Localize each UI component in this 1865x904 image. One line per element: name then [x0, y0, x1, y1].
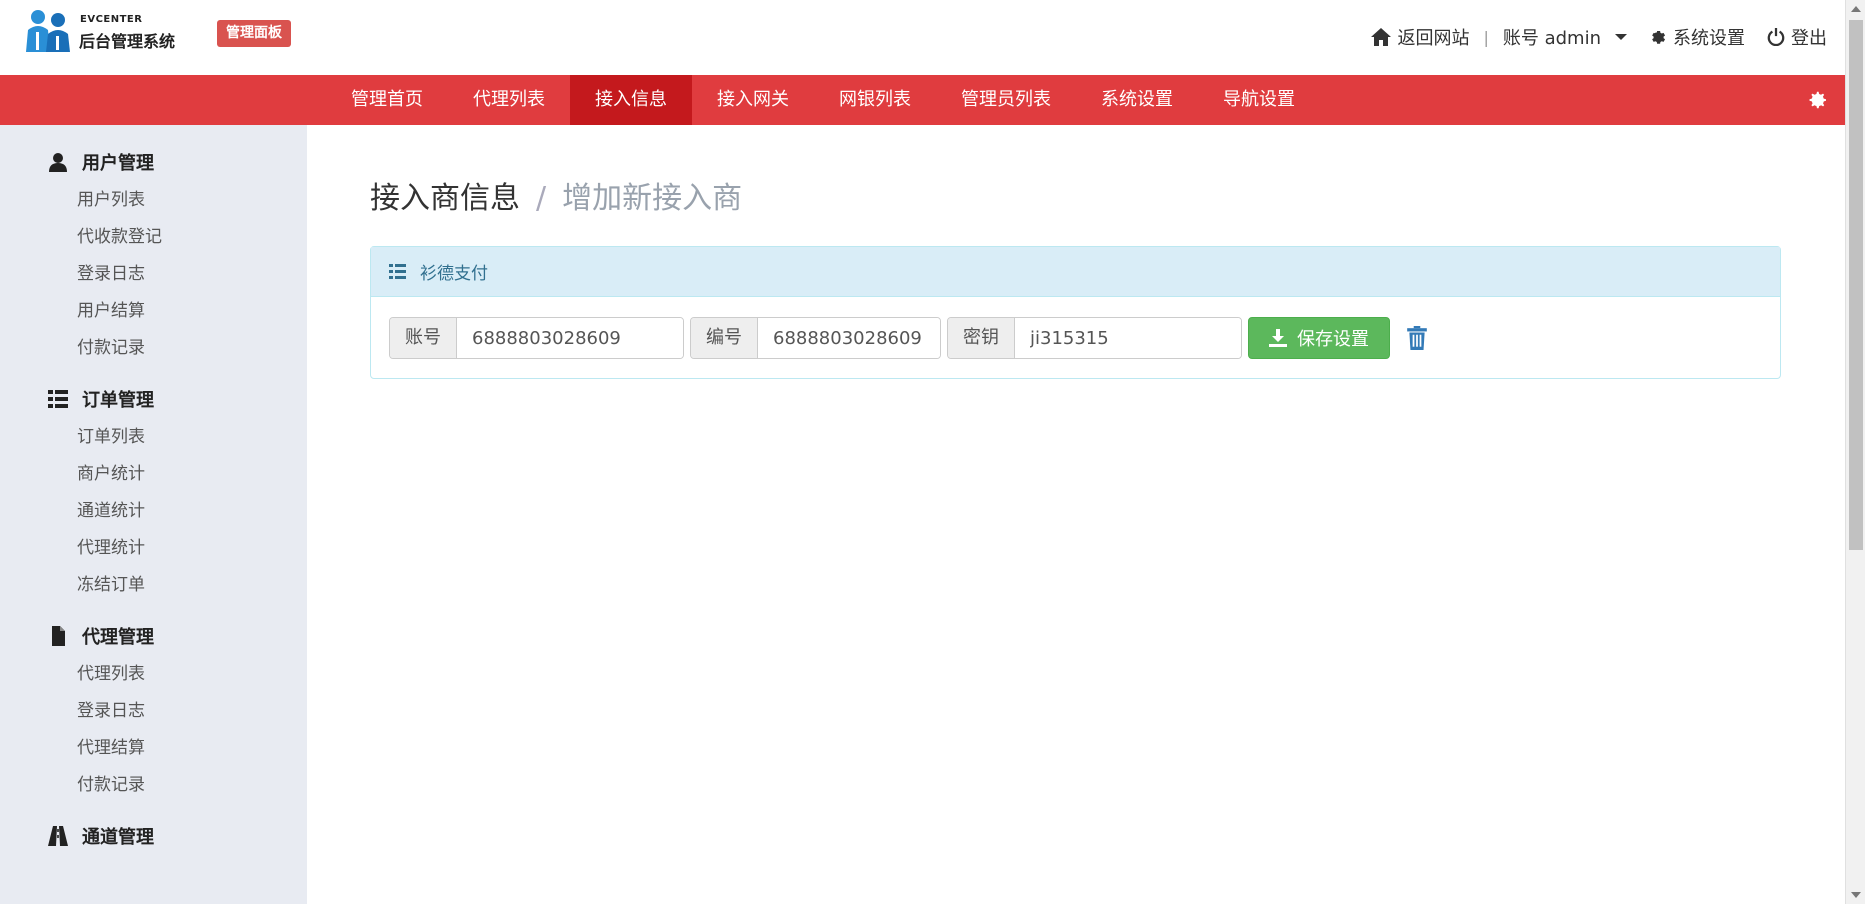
sidebar-item[interactable]: 登录日志 — [77, 693, 307, 730]
nav-item[interactable]: 接入网关 — [692, 75, 814, 125]
page-subtitle: 增加新接入商 — [562, 181, 743, 216]
nav-item[interactable]: 管理首页 — [326, 75, 448, 125]
sidebar-group-label: 通道管理 — [82, 827, 154, 848]
sidebar-group-label: 代理管理 — [82, 627, 154, 648]
breadcrumb-separator: / — [536, 181, 547, 216]
sidebar-item[interactable]: 冻结订单 — [77, 567, 307, 604]
sidebar-group-title[interactable]: 订单管理 — [48, 384, 307, 414]
sidebar-group-title[interactable]: 代理管理 — [48, 621, 307, 651]
vertical-scrollbar[interactable] — [1845, 0, 1865, 904]
settings-link[interactable]: 系统设置 — [1649, 24, 1745, 50]
gear-icon — [1652, 31, 1666, 44]
sidebar-group: 通道管理 — [48, 821, 307, 851]
nav-item[interactable]: 系统设置 — [1076, 75, 1198, 125]
account-input-group: 账号 — [389, 317, 684, 359]
page-title-main: 接入商信息 — [370, 181, 520, 216]
panel-body: 账号 编号 密钥 保存设置 — [389, 317, 1428, 359]
scroll-thumb[interactable] — [1849, 20, 1863, 550]
scroll-up-arrow-icon[interactable] — [1851, 6, 1861, 12]
sidebar-item[interactable]: 代理列表 — [77, 656, 307, 693]
panel-heading: 衫德支付 — [371, 247, 1780, 297]
back-to-site-link[interactable]: 返回网站 — [1371, 24, 1469, 50]
sidebar-group: 用户管理用户列表 代收款登记 登录日志 用户结算 付款记录 — [48, 147, 307, 367]
brand-small: EVCENTER — [80, 14, 143, 25]
nav-item[interactable]: 管理员列表 — [936, 75, 1076, 125]
top-header: EVCENTER 后台管理系统 管理面板 返回网站 | 账号 admin 系统设… — [0, 0, 1845, 75]
provider-panel: 衫德支付 账号 编号 密钥 保存设置 — [370, 246, 1781, 379]
nav-settings-gear-icon[interactable] — [1805, 88, 1829, 112]
trash-icon[interactable] — [1406, 326, 1428, 350]
main-navbar: 管理首页 代理列表 接入信息 接入网关 网银列表 管理员列表 系统设置 导航设置 — [0, 75, 1845, 125]
sidebar-item[interactable]: 用户列表 — [77, 182, 307, 219]
nav-item[interactable]: 接入信息 — [570, 75, 692, 125]
nav-item[interactable]: 代理列表 — [448, 75, 570, 125]
account-field-label: 账号 — [390, 318, 457, 358]
caret-down-icon — [1615, 34, 1627, 40]
sidebar-group-title[interactable]: 用户管理 — [48, 147, 307, 177]
sidebar-group: 订单管理订单列表 商户统计 通道统计 代理统计 冻结订单 — [48, 384, 307, 604]
page-title: 接入商信息 / 增加新接入商 — [370, 173, 742, 217]
logout-link[interactable]: 登出 — [1767, 24, 1827, 50]
sidebar-item[interactable]: 付款记录 — [77, 767, 307, 804]
power-icon — [1767, 28, 1785, 46]
back-to-site-label: 返回网站 — [1397, 28, 1470, 49]
divider: | — [1483, 27, 1489, 47]
logout-label: 登出 — [1791, 28, 1827, 49]
sidebar-item[interactable]: 通道统计 — [77, 493, 307, 530]
settings-label: 系统设置 — [1673, 28, 1745, 49]
sidebar-group-title[interactable]: 通道管理 — [48, 821, 307, 851]
sidebar-item[interactable]: 代理结算 — [77, 730, 307, 767]
sidebar-group: 代理管理代理列表 登录日志 代理结算 付款记录 — [48, 621, 307, 804]
panel-heading-label: 衫德支付 — [420, 264, 488, 284]
sidebar-item[interactable]: 代理统计 — [77, 530, 307, 567]
file-icon — [48, 626, 68, 646]
sidebar-item[interactable]: 订单列表 — [77, 419, 307, 456]
sidebar-item[interactable]: 登录日志 — [77, 256, 307, 293]
nav-items: 管理首页 代理列表 接入信息 接入网关 网银列表 管理员列表 系统设置 导航设置 — [326, 75, 1320, 125]
main-content: 接入商信息 / 增加新接入商 衫德支付 账号 编号 密钥 — [307, 125, 1845, 904]
list-icon — [389, 264, 406, 279]
home-icon — [1371, 28, 1392, 46]
account-label: 账号 admin — [1502, 28, 1601, 49]
panel-badge: 管理面板 — [217, 20, 291, 47]
sidebar-group-label: 用户管理 — [82, 153, 154, 174]
code-input-group: 编号 — [690, 317, 941, 359]
nav-item[interactable]: 网银列表 — [814, 75, 936, 125]
scroll-down-arrow-icon[interactable] — [1851, 892, 1861, 898]
sidebar-item[interactable]: 付款记录 — [77, 330, 307, 367]
account-dropdown[interactable]: 账号 admin — [1503, 24, 1627, 50]
sidebar-item[interactable]: 用户结算 — [77, 293, 307, 330]
top-right-menu: 返回网站 | 账号 admin 系统设置 登出 — [1371, 22, 1827, 52]
code-field-label: 编号 — [691, 318, 758, 358]
sidebar: 用户管理 用户列表 代收款登记 登录日志 用户结算 付款记录 订单管理 订单列表 商户统计 通道统… — [0, 125, 307, 904]
save-settings-label: 保存设置 — [1297, 329, 1369, 350]
secret-input-group: 密钥 — [947, 317, 1242, 359]
road-icon — [48, 826, 68, 846]
secret-field-label: 密钥 — [948, 318, 1015, 358]
nav-item[interactable]: 导航设置 — [1198, 75, 1320, 125]
brand-title: 后台管理系统 — [79, 32, 176, 51]
code-field[interactable] — [758, 318, 940, 358]
save-settings-button[interactable]: 保存设置 — [1248, 317, 1390, 359]
download-icon — [1269, 329, 1287, 347]
sidebar-item[interactable]: 商户统计 — [77, 456, 307, 493]
list-icon — [48, 389, 68, 409]
account-field[interactable] — [457, 318, 683, 358]
sidebar-item[interactable]: 代收款登记 — [77, 219, 307, 256]
sidebar-group-label: 订单管理 — [82, 390, 154, 411]
logo-icon — [26, 10, 70, 52]
user-icon — [48, 152, 68, 172]
secret-field[interactable] — [1015, 318, 1241, 358]
